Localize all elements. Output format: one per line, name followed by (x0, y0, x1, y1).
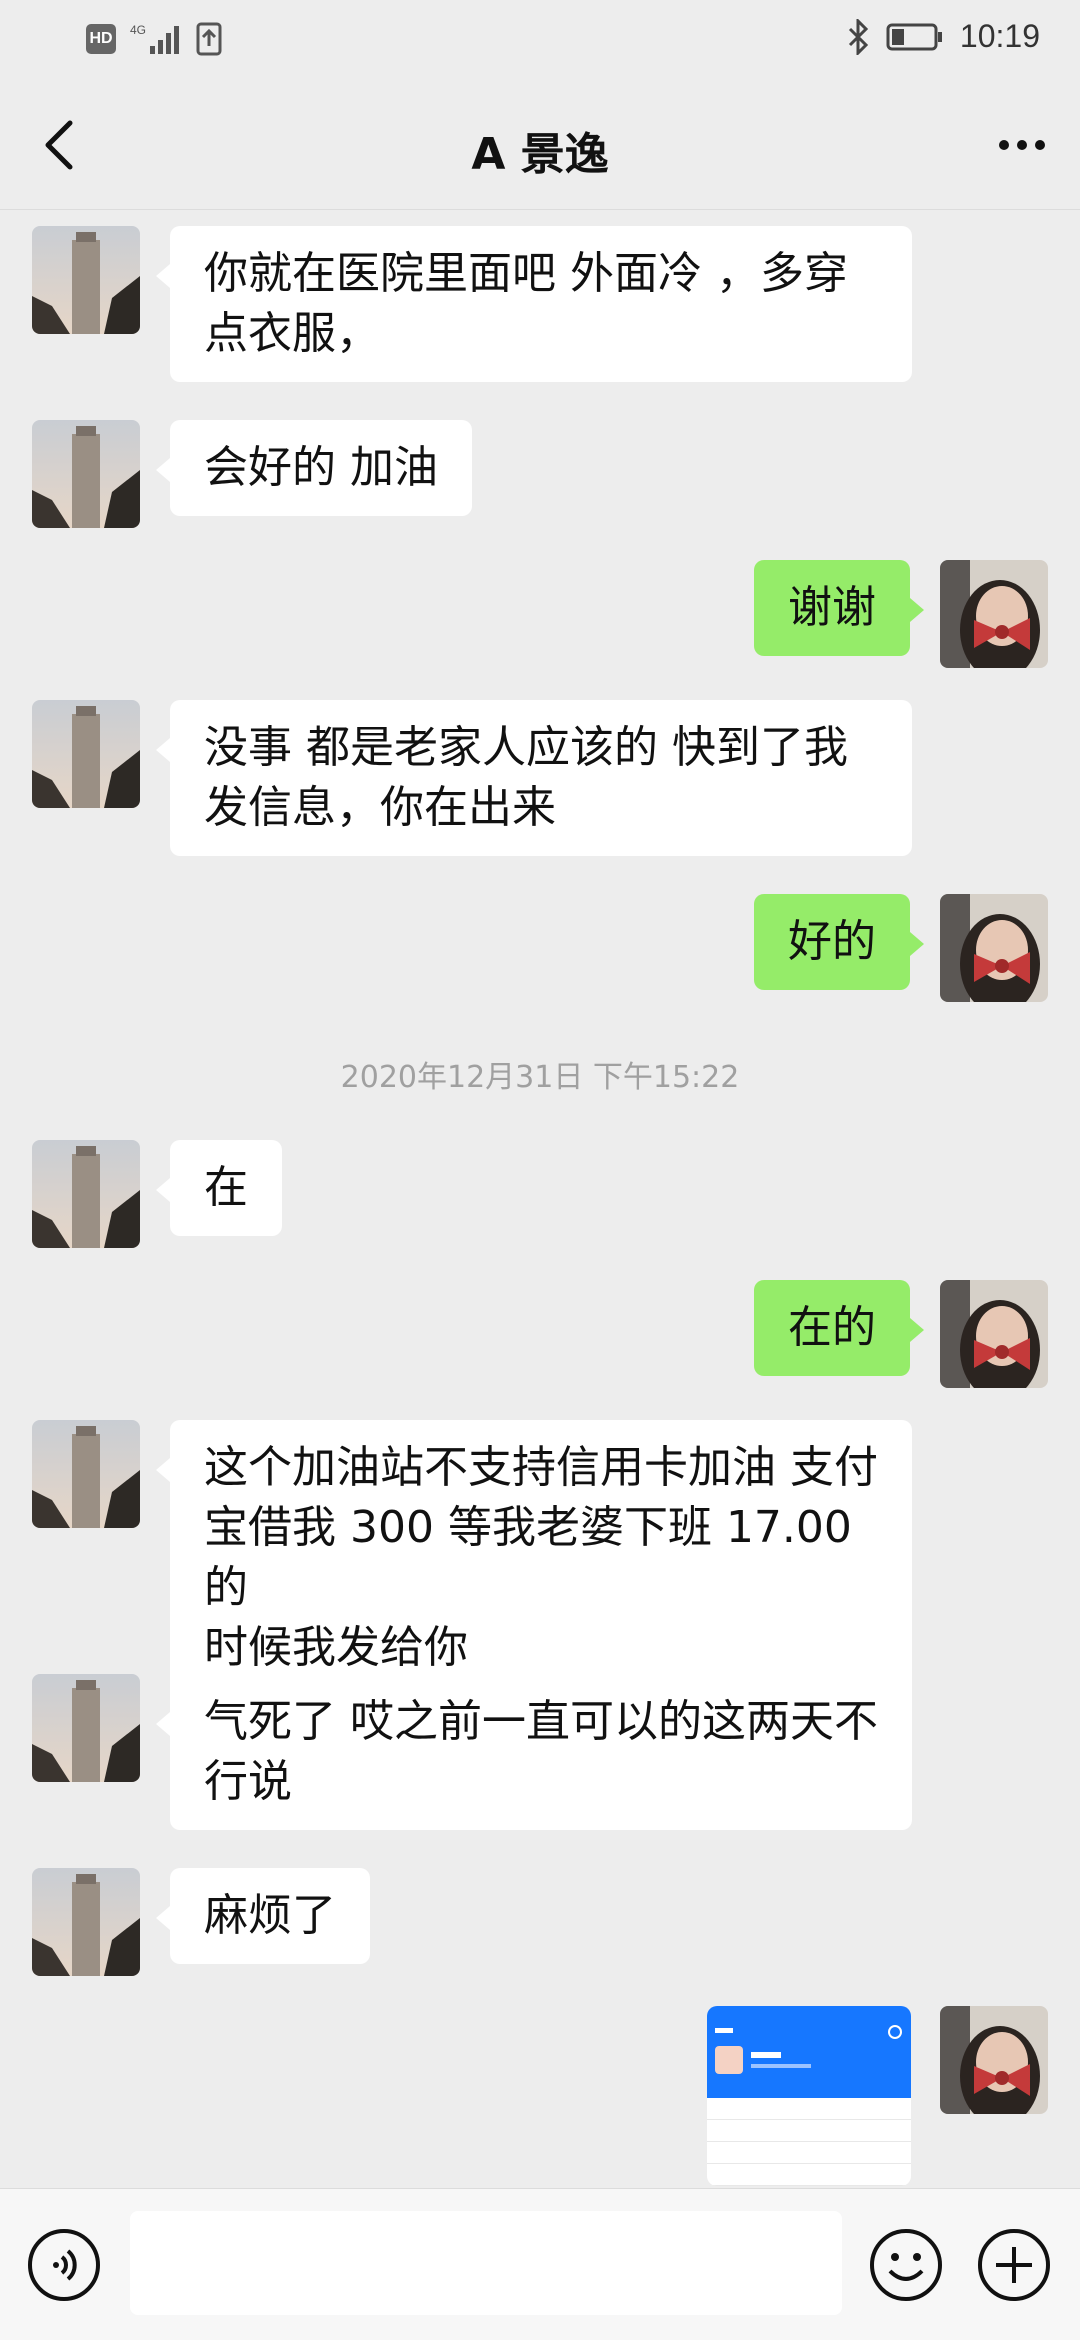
building-avatar-image (32, 420, 140, 528)
image-row (707, 2142, 911, 2164)
message-line: 好的 (788, 916, 876, 967)
contact-avatar[interactable] (32, 700, 140, 808)
hd-badge: HD (86, 24, 116, 54)
message-line: 没事 都是老家人应该的 快到了我 (204, 722, 848, 773)
message-timestamp: 2020年12月31日 下午15:22 (340, 1060, 740, 1095)
voice-input-icon[interactable] (26, 2227, 102, 2303)
message-bubble-outgoing[interactable]: 在的 (754, 1280, 924, 1376)
chat-header: A 景逸 (0, 80, 1080, 210)
status-bar: HD 4G 10:19 (0, 0, 1080, 80)
message-bubble-incoming[interactable]: 你就在医院里面吧 外面冷 ，多穿 点衣服， (156, 226, 912, 382)
message-line: 在的 (788, 1302, 876, 1353)
girl-avatar-image (940, 1280, 1048, 1388)
status-left: HD 4G (86, 22, 222, 56)
message-line: 发信息，你在出来 (204, 782, 556, 833)
message-bubble-incoming[interactable]: 在 (156, 1140, 282, 1236)
building-avatar-image (32, 226, 140, 334)
svg-text:4G: 4G (130, 23, 146, 37)
message-bubble-incoming[interactable]: 麻烦了 (156, 1868, 370, 1964)
user-avatar[interactable] (940, 2006, 1048, 2114)
plus-icon[interactable] (976, 2227, 1052, 2303)
upload-icon (196, 22, 222, 56)
girl-avatar-image (940, 560, 1048, 668)
building-avatar-image (32, 700, 140, 808)
bluetooth-icon (848, 18, 869, 55)
user-avatar[interactable] (940, 1280, 1048, 1388)
image-row (707, 2164, 911, 2186)
message-line: 时候我发给你 (204, 1622, 468, 1673)
contact-avatar[interactable] (32, 420, 140, 528)
message-bubble-outgoing[interactable]: 好的 (754, 894, 924, 990)
message-line: 你就在医院里面吧 外面冷 ，多穿 (204, 248, 848, 299)
chat-title: A 景逸 (471, 129, 609, 180)
girl-avatar-image (940, 2006, 1048, 2114)
contact-avatar[interactable] (32, 1140, 140, 1248)
image-thumbnail-header (707, 2006, 911, 2098)
image-message[interactable] (707, 2006, 911, 2186)
contact-avatar[interactable] (32, 226, 140, 334)
message-line: 行说 (204, 1756, 292, 1807)
message-line: 谢谢 (788, 582, 876, 633)
message-line: 这个加油站不支持信用卡加油 支付 (204, 1442, 878, 1493)
message-bubble-incoming[interactable]: 气死了 哎之前一直可以的这两天不 行说 (156, 1674, 912, 1830)
building-avatar-image (32, 1674, 140, 1782)
message-line: 在 (204, 1162, 248, 1213)
input-bar (0, 2188, 1080, 2340)
message-bubble-incoming[interactable]: 会好的 加油 (156, 420, 472, 516)
building-avatar-image (32, 1140, 140, 1248)
user-avatar[interactable] (940, 894, 1048, 1002)
contact-avatar[interactable] (32, 1420, 140, 1528)
user-avatar[interactable] (940, 560, 1048, 668)
message-line: 会好的 加油 (204, 442, 438, 493)
image-row (707, 2120, 911, 2142)
message-bubble-incoming[interactable]: 没事 都是老家人应该的 快到了我 发信息，你在出来 (156, 700, 912, 856)
contact-avatar[interactable] (32, 1674, 140, 1782)
message-bubble-outgoing[interactable]: 谢谢 (754, 560, 924, 656)
screenshot-thumbnail-icon (715, 2025, 902, 2074)
signal-icon: 4G (130, 23, 179, 54)
message-bubble-incoming[interactable]: 这个加油站不支持信用卡加油 支付 宝借我 300 等我老婆下班 17.00 的 … (156, 1420, 912, 1696)
message-line: 宝借我 300 等我老婆下班 17.00 的 (204, 1502, 852, 1613)
building-avatar-image (32, 1420, 140, 1528)
message-line: 气死了 哎之前一直可以的这两天不 (204, 1696, 878, 1747)
battery-icon (886, 23, 942, 50)
clock: 10:19 (959, 18, 1040, 54)
more-icon[interactable] (992, 120, 1052, 170)
message-line: 麻烦了 (204, 1890, 336, 1941)
status-right: 10:19 (846, 18, 1040, 55)
message-line: 点衣服， (204, 308, 380, 359)
image-row (707, 2098, 911, 2120)
emoji-icon[interactable] (868, 2227, 944, 2303)
girl-avatar-image (940, 894, 1048, 1002)
contact-avatar[interactable] (32, 1868, 140, 1976)
message-input[interactable] (130, 2211, 842, 2315)
building-avatar-image (32, 1868, 140, 1976)
